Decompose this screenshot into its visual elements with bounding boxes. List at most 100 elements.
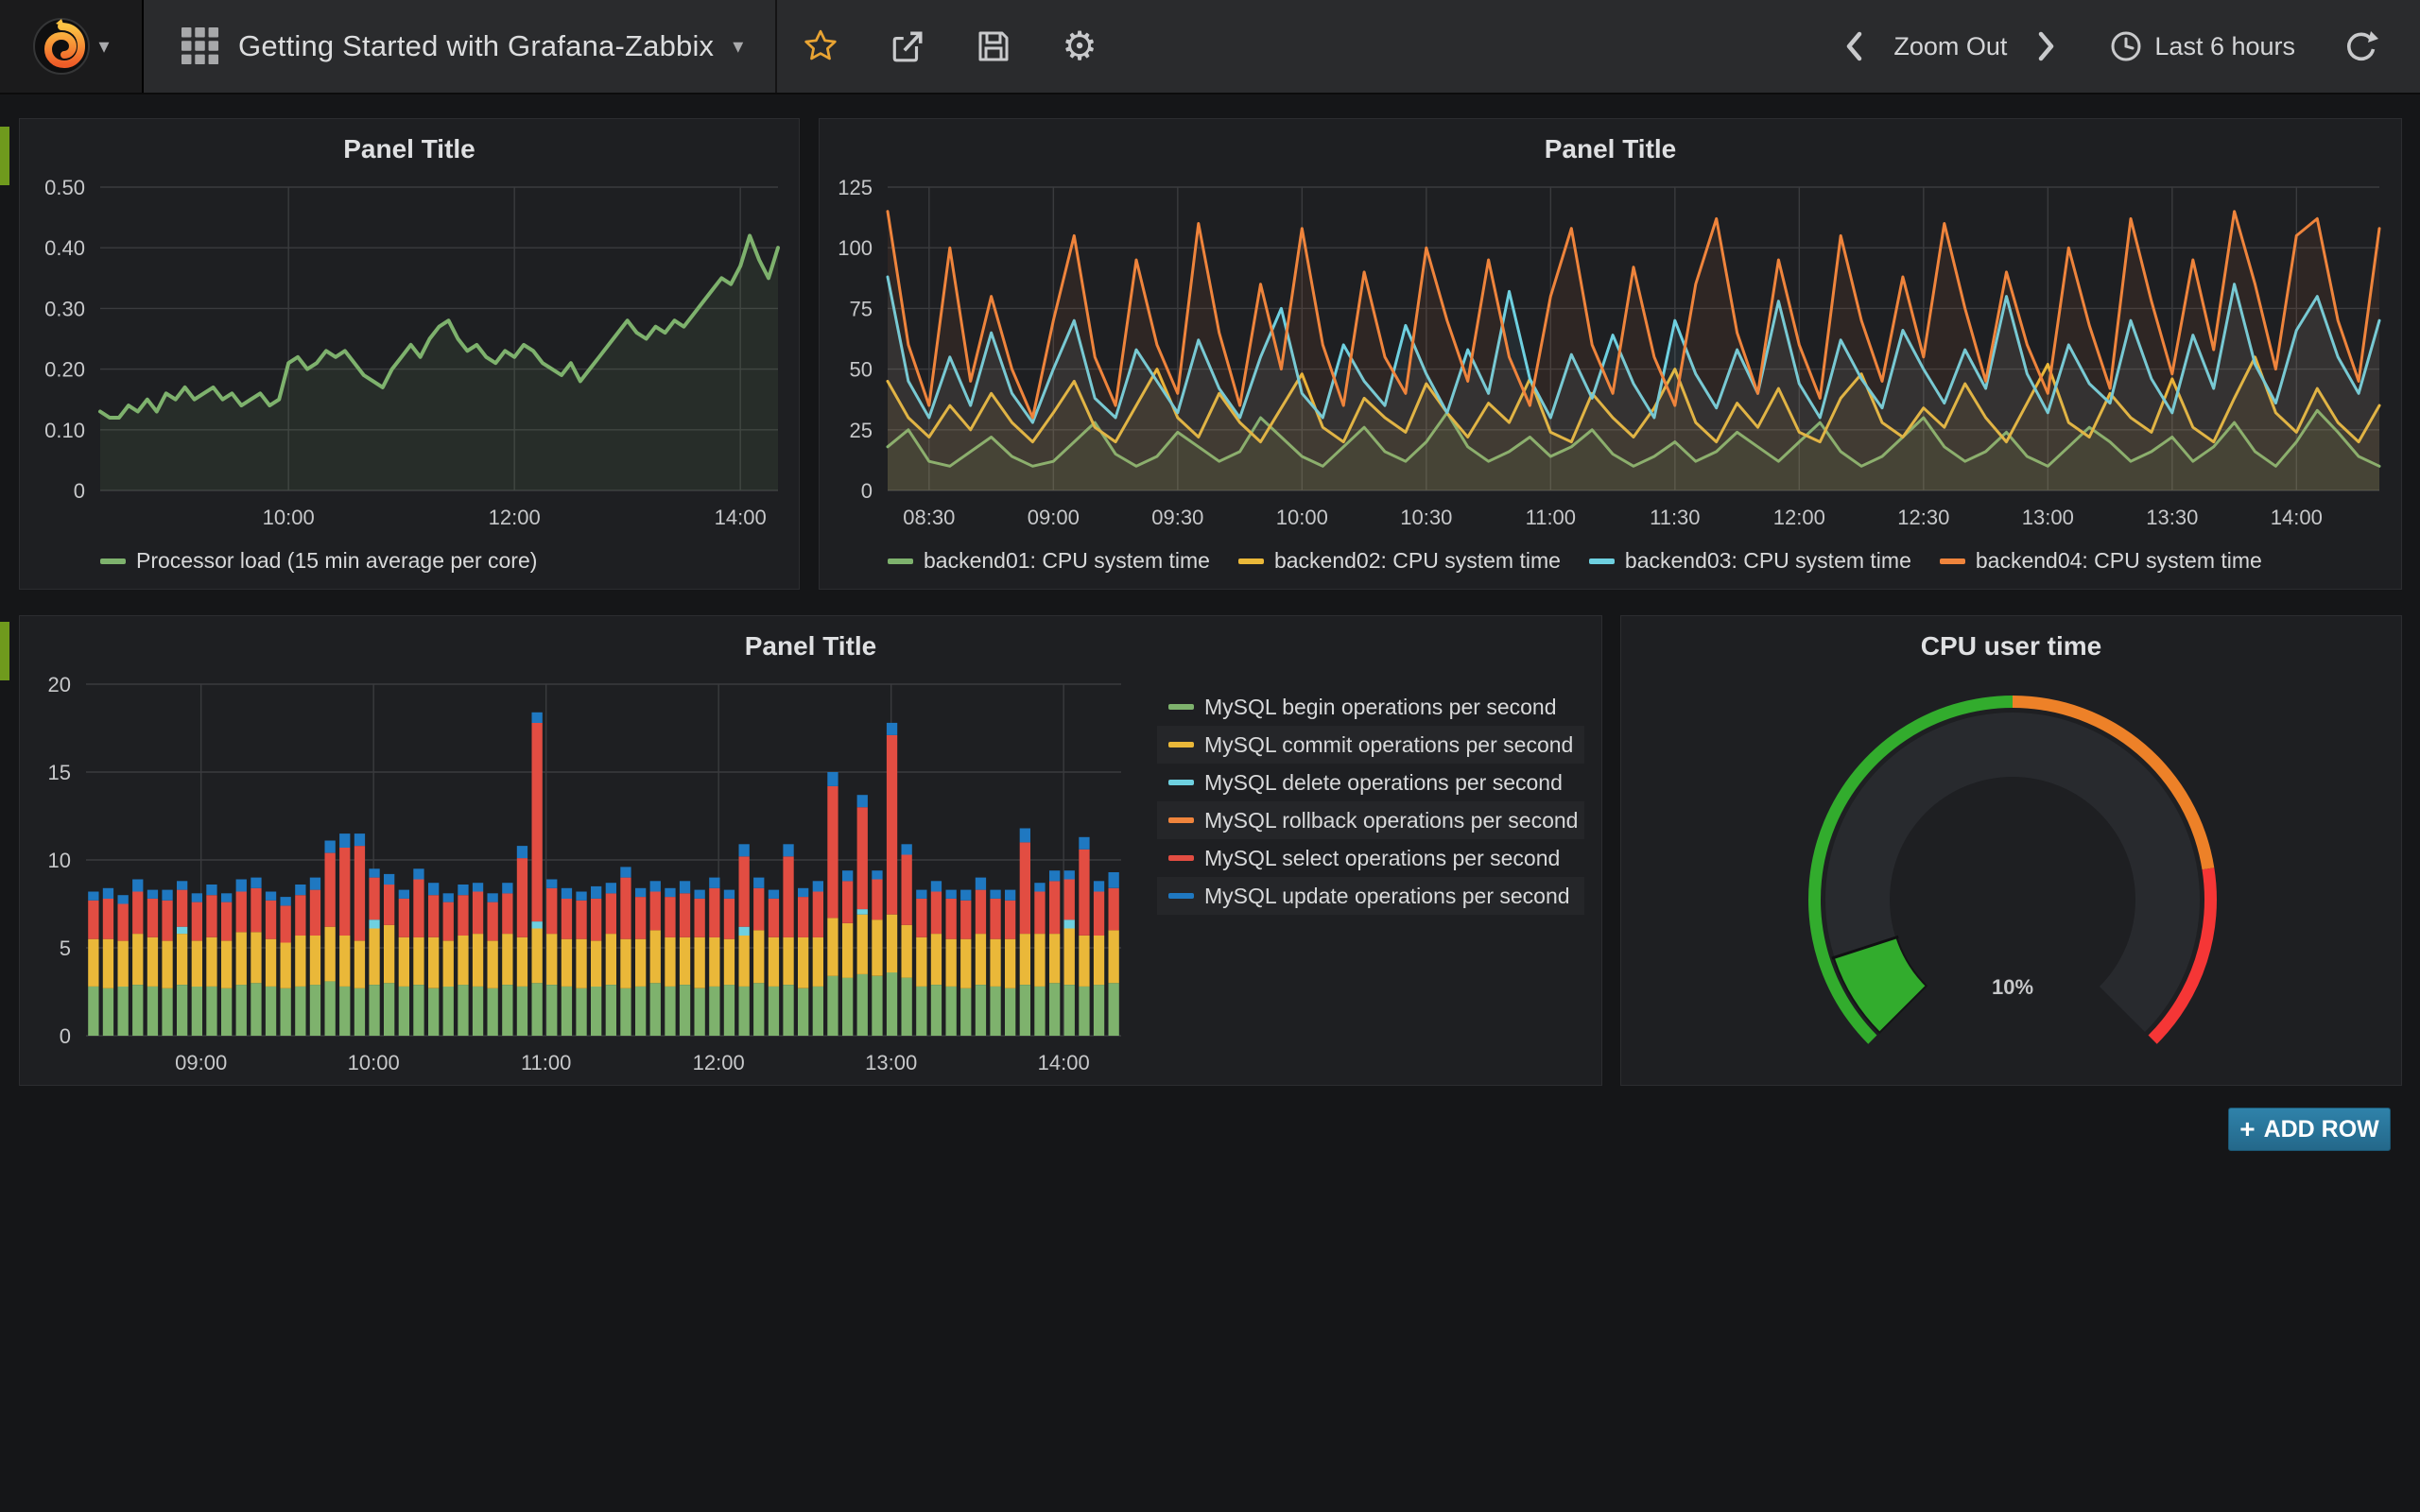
svg-text:13:00: 13:00 [865,1051,917,1074]
svg-text:08:30: 08:30 [903,506,955,529]
series-label: MySQL update operations per second [1204,884,1570,909]
legend-item[interactable]: MySQL select operations per second [1157,839,1584,877]
series-label: Processor load (15 min average per core) [136,548,537,574]
svg-text:14:00: 14:00 [715,506,767,529]
legend-item[interactable]: MySQL begin operations per second [1157,688,1584,726]
series-label: MySQL delete operations per second [1204,770,1563,796]
svg-text:20: 20 [48,673,71,696]
series-color-dash [1168,817,1194,823]
svg-text:75: 75 [850,297,873,320]
panel-legend: backend01: CPU system time backend02: CPU… [888,548,2262,574]
legend-item[interactable]: backend02: CPU system time [1238,548,1561,574]
series-color-dash [1168,893,1194,899]
cpu-user-time-gauge: 10% [1621,616,2401,1085]
svg-text:11:00: 11:00 [1526,506,1576,529]
svg-text:0.40: 0.40 [44,236,85,260]
svg-text:5: 5 [60,936,71,960]
clock-icon [2109,29,2143,63]
star-button[interactable] [777,0,864,93]
time-range-label: Last 6 hours [2154,32,2295,61]
svg-text:0: 0 [861,479,873,503]
svg-text:10:00: 10:00 [348,1051,400,1074]
grafana-logo-button[interactable]: ▾ [0,0,144,93]
legend-item[interactable]: MySQL commit operations per second [1157,726,1584,764]
svg-text:0.10: 0.10 [44,419,85,442]
caret-down-icon: ▾ [98,36,109,57]
svg-text:10: 10 [48,849,71,872]
svg-text:0.20: 0.20 [44,358,85,382]
zoom-out-label: Zoom Out [1893,32,2007,61]
navbar: ▾ Getting Started with Grafana-Zabbix ▾ [0,0,2420,94]
svg-text:11:30: 11:30 [1650,506,1700,529]
row-menu-handle[interactable] [0,622,9,680]
zoom-out-button[interactable]: Zoom Out [1886,25,2014,69]
time-range-picker[interactable]: Last 6 hours [2101,22,2303,71]
panel-cpu-user-time: CPU user time 10% [1620,615,2402,1086]
legend-item[interactable]: MySQL rollback operations per second [1157,801,1584,839]
svg-text:50: 50 [850,358,873,382]
legend-item[interactable]: MySQL delete operations per second [1157,764,1584,801]
svg-text:0.30: 0.30 [44,297,85,320]
svg-text:13:00: 13:00 [2022,506,2074,529]
panel-legend: Processor load (15 min average per core) [100,548,537,574]
series-color-dash [888,558,913,564]
series-label: backend04: CPU system time [1976,548,2262,574]
series-label: MySQL select operations per second [1204,846,1560,871]
panel-title[interactable]: Panel Title [20,134,799,164]
series-label: MySQL commit operations per second [1204,732,1573,758]
legend-item[interactable]: backend01: CPU system time [888,548,1210,574]
series-label: backend02: CPU system time [1274,548,1561,574]
series-color-dash [1940,558,1965,564]
svg-text:14:00: 14:00 [2271,506,2323,529]
refresh-icon [2344,29,2378,63]
processor-load-chart[interactable]: 10:0012:0014:0000.100.200.300.400.50 [20,119,799,589]
star-icon [803,28,838,64]
dashboard-actions: ⚙ [777,0,1123,93]
dashboard-title: Getting Started with Grafana-Zabbix [238,29,714,63]
svg-text:0: 0 [74,479,85,503]
series-color-dash [1168,855,1194,861]
svg-text:12:30: 12:30 [1897,506,1949,529]
svg-text:12:00: 12:00 [489,506,541,529]
add-row-button[interactable]: + ADD ROW [2228,1108,2391,1151]
svg-text:12:00: 12:00 [693,1051,745,1074]
series-label: backend01: CPU system time [924,548,1210,574]
panel-title[interactable]: CPU user time [1621,631,2401,662]
time-shift-back-button[interactable] [1837,22,1873,71]
time-shift-forward-button[interactable] [2028,22,2064,71]
legend-item[interactable]: backend03: CPU system time [1589,548,1911,574]
panel-title[interactable]: Panel Title [820,134,2401,164]
svg-text:25: 25 [850,419,873,442]
row-menu-handle[interactable] [0,127,9,185]
share-button[interactable] [864,0,951,93]
svg-text:100: 100 [838,236,873,260]
series-label: MySQL begin operations per second [1204,695,1556,720]
settings-button[interactable]: ⚙ [1036,0,1123,93]
svg-text:12:00: 12:00 [1773,506,1825,529]
series-color-dash [1168,742,1194,747]
panel-mysql-operations: Panel Title 09:00 10:00 11:00 12:00 13:00 14:… [19,615,1602,1086]
svg-text:09:00: 09:00 [1028,506,1080,529]
cpu-system-time-chart[interactable]: 08:3009:0009:3010:0010:3011:0011:3012:00… [820,119,2401,589]
save-button[interactable] [951,0,1036,93]
chevron-right-icon [2035,29,2056,63]
share-icon [890,28,925,64]
svg-text:125: 125 [838,176,873,199]
svg-text:15: 15 [48,761,71,784]
panel-title[interactable]: Panel Title [20,631,1601,662]
dashboard-title-button[interactable]: Getting Started with Grafana-Zabbix ▾ [144,0,777,93]
panel-processor-load: Panel Title 10:0012:0014:0000.100.200.30… [19,118,800,590]
refresh-button[interactable] [2337,22,2386,71]
svg-text:09:00: 09:00 [175,1051,227,1074]
save-icon [977,29,1011,63]
legend-item[interactable]: MySQL update operations per second [1157,877,1584,915]
grafana-logo-icon [32,17,91,76]
svg-text:11:00: 11:00 [521,1051,571,1074]
legend-item[interactable]: Processor load (15 min average per core) [100,548,537,574]
svg-text:10:30: 10:30 [1400,506,1452,529]
svg-text:10%: 10% [1992,975,2033,999]
gear-icon: ⚙ [1062,26,1098,66]
panel-legend: MySQL begin operations per second MySQL c… [1157,688,1584,915]
svg-text:14:00: 14:00 [1038,1051,1090,1074]
legend-item[interactable]: backend04: CPU system time [1940,548,2262,574]
